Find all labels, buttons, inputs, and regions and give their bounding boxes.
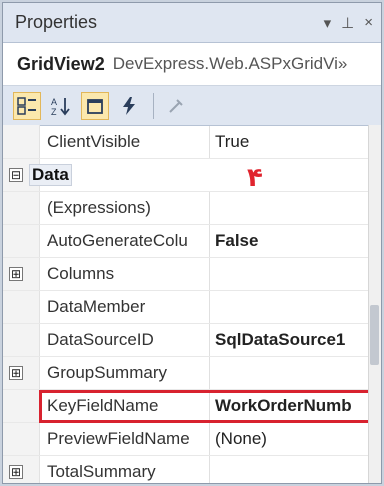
svg-text:A: A	[51, 97, 57, 107]
expand-icon[interactable]: ⊞	[9, 366, 23, 380]
property-name: Columns	[47, 264, 115, 283]
properties-icon[interactable]	[81, 91, 109, 120]
dropdown-icon[interactable]: ▾	[324, 14, 332, 32]
property-row-datamember[interactable]: DataMember	[3, 291, 381, 324]
property-name: AutoGenerateColu	[47, 231, 188, 250]
expand-icon[interactable]: ⊞	[9, 465, 23, 479]
property-row-groupsummary[interactable]: ⊞ GroupSummary	[3, 357, 381, 390]
toolbar-separator	[153, 92, 154, 119]
property-value[interactable]: WorkOrderNumb	[215, 396, 380, 416]
properties-titlebar: Properties ▾ ⊥ ×	[3, 3, 381, 43]
alphabetical-icon[interactable]: AZ	[47, 92, 75, 120]
property-value[interactable]: False	[215, 231, 380, 251]
events-icon[interactable]	[115, 92, 143, 120]
collapse-icon[interactable]: ⊟	[9, 168, 23, 182]
object-selector[interactable]: GridView2 DevExpress.Web.ASPxGridVi»	[3, 43, 381, 86]
property-row-keyfieldname[interactable]: KeyFieldName WorkOrderNumb	[3, 390, 381, 423]
property-name: TotalSummary	[47, 462, 156, 481]
object-name: GridView2	[17, 53, 105, 74]
property-row-datasourceid[interactable]: DataSourceID SqlDataSource1	[3, 324, 381, 357]
category-row-data[interactable]: ⊟ Data ۴	[3, 159, 381, 193]
property-row-autogeneratecolumns[interactable]: AutoGenerateColu False	[3, 225, 381, 258]
property-name: DataSourceID	[47, 330, 154, 349]
property-name: KeyFieldName	[47, 396, 159, 415]
pin-icon[interactable]: ⊥	[341, 14, 354, 32]
properties-toolbar: AZ	[3, 86, 381, 126]
property-name: ClientVisible	[47, 132, 141, 151]
property-name: (Expressions)	[47, 198, 151, 217]
property-row-expressions[interactable]: (Expressions)	[3, 192, 381, 225]
property-pages-icon[interactable]	[162, 92, 190, 120]
property-value[interactable]: (None)	[215, 429, 380, 449]
panel-title: Properties	[15, 12, 98, 32]
property-row-clientvisible[interactable]: ClientVisible True	[3, 126, 381, 159]
vertical-scrollbar[interactable]	[368, 125, 381, 483]
property-name: GroupSummary	[47, 363, 167, 382]
object-type: DevExpress.Web.ASPxGridVi»	[112, 54, 348, 73]
close-icon[interactable]: ×	[364, 14, 373, 31]
svg-text:Z: Z	[51, 107, 57, 116]
expand-icon[interactable]: ⊞	[9, 267, 23, 281]
property-name: PreviewFieldName	[47, 429, 190, 448]
property-name: DataMember	[47, 297, 146, 316]
property-row-totalsummary[interactable]: ⊞ TotalSummary	[3, 456, 381, 483]
property-value[interactable]: SqlDataSource1	[215, 330, 380, 350]
property-row-columns[interactable]: ⊞ Columns	[3, 258, 381, 291]
property-value[interactable]: True	[215, 132, 380, 152]
properties-window: Properties ▾ ⊥ × GridView2 DevExpress.We…	[2, 2, 382, 484]
property-grid: ClientVisible True ⊟ Data ۴ (Expressions…	[3, 126, 381, 483]
property-row-previewfieldname[interactable]: PreviewFieldName (None)	[3, 423, 381, 456]
categorized-icon[interactable]	[13, 91, 41, 120]
category-label: Data	[29, 164, 72, 186]
scrollbar-thumb[interactable]	[370, 305, 379, 365]
annotation-number: ۴	[247, 163, 263, 193]
